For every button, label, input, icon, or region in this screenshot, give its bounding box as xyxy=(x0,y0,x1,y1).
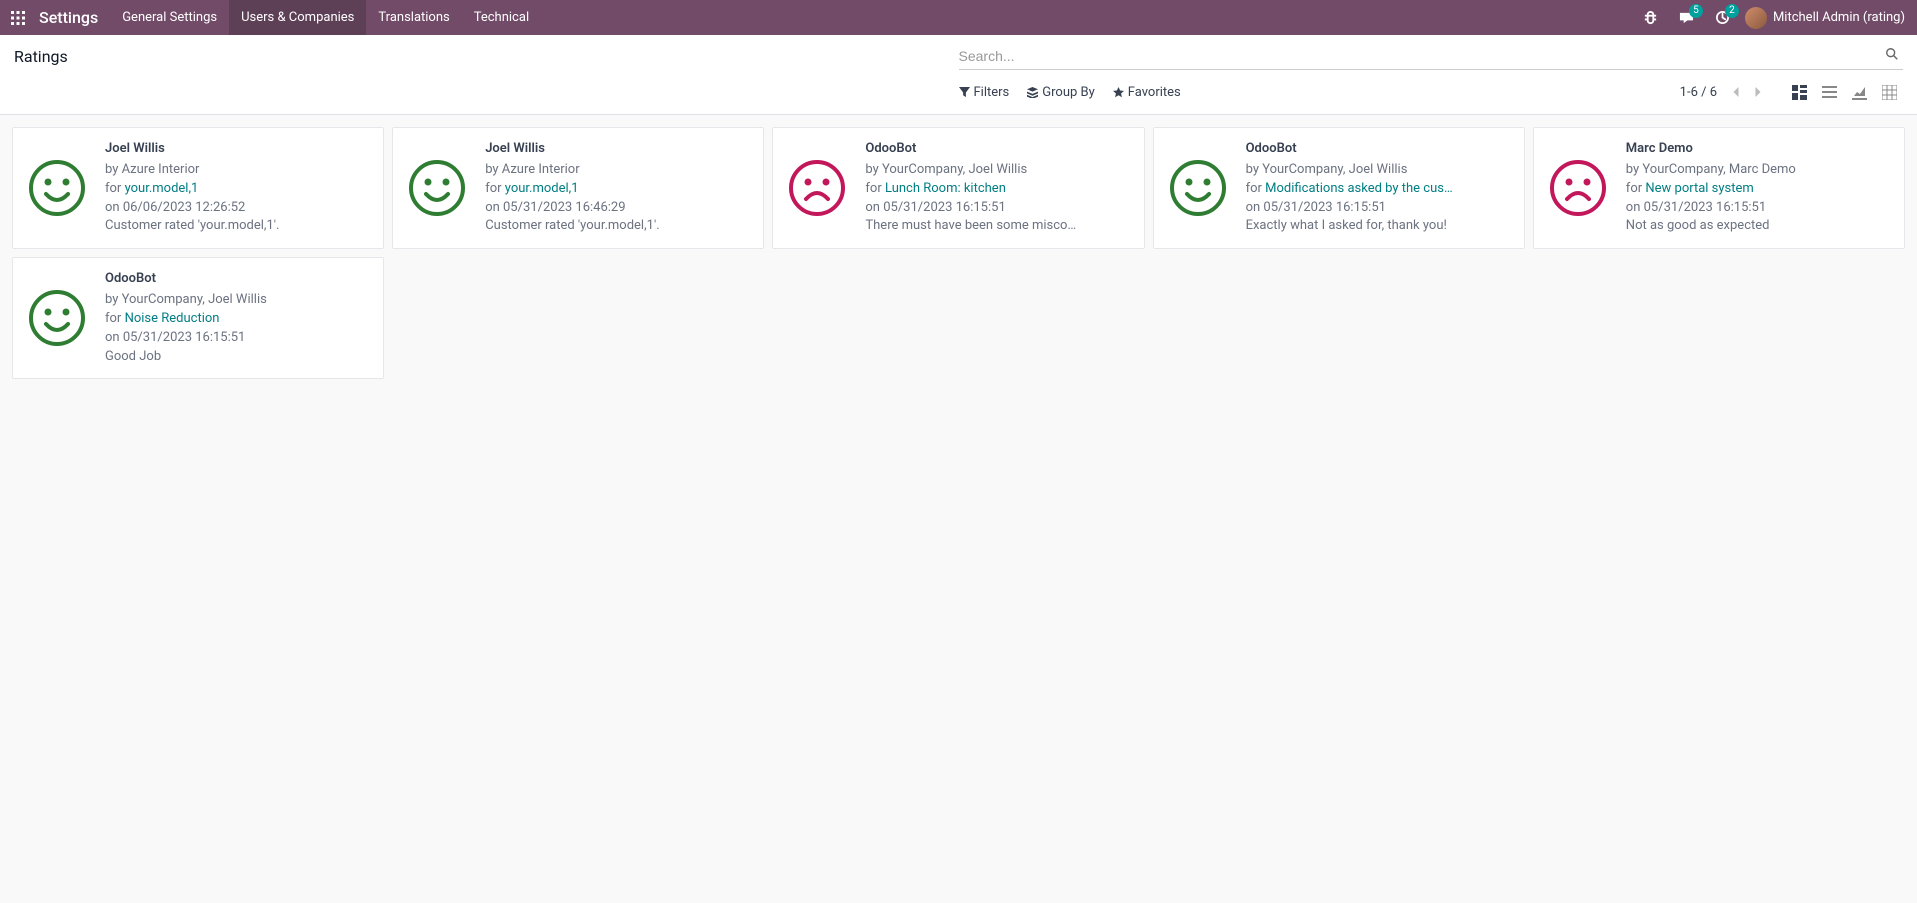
rating-title: Joel Willis xyxy=(485,140,751,159)
rating-for-link[interactable]: New portal system xyxy=(1645,181,1753,196)
rating-feedback: Good Job xyxy=(105,348,371,367)
user-name: Mitchell Admin (rating) xyxy=(1773,10,1905,25)
nav-item[interactable]: Technical xyxy=(462,0,541,35)
rating-card[interactable]: Marc Demo by YourCompany, Marc Demofor Ne… xyxy=(1533,127,1905,249)
filters-label: Filters xyxy=(974,85,1010,100)
user-avatar-icon xyxy=(1745,7,1767,29)
rating-by: by Azure Interior xyxy=(485,161,751,180)
rating-card[interactable]: OdooBot by YourCompany, Joel Willisfor Mo… xyxy=(1153,127,1525,249)
rating-on: on 05/31/2023 16:15:51 xyxy=(1626,199,1892,218)
rating-for: for Lunch Room: kitchen xyxy=(865,180,1131,199)
rating-by: by Azure Interior xyxy=(105,161,371,180)
pager-next[interactable] xyxy=(1747,81,1769,103)
happy-face-icon xyxy=(25,140,89,236)
rating-feedback: Exactly what I asked for, thank you! xyxy=(1246,217,1512,236)
rating-feedback: There must have been some misco… xyxy=(865,217,1131,236)
nav-items: General SettingsUsers & CompaniesTransla… xyxy=(110,0,541,35)
filters-button[interactable]: Filters xyxy=(959,85,1010,100)
rating-by: by YourCompany, Joel Willis xyxy=(865,161,1131,180)
kanban-grid: Joel Willisby Azure Interiorfor your.mod… xyxy=(0,115,1917,391)
rating-for-link[interactable]: Lunch Room: kitchen xyxy=(885,181,1006,196)
view-kanban[interactable] xyxy=(1785,80,1813,104)
pager-prev[interactable] xyxy=(1725,81,1747,103)
view-graph[interactable] xyxy=(1845,80,1873,104)
rating-title: OdooBot xyxy=(865,140,1131,159)
rating-card[interactable]: OdooBot by YourCompany, Joel Willisfor Lu… xyxy=(772,127,1144,249)
rating-by: by YourCompany, Joel Willis xyxy=(1246,161,1512,180)
rating-by: by YourCompany, Marc Demo xyxy=(1626,161,1892,180)
favorites-label: Favorites xyxy=(1128,85,1181,100)
rating-for-link[interactable]: Noise Reduction xyxy=(125,311,220,326)
happy-face-icon xyxy=(25,270,89,366)
rating-on: on 05/31/2023 16:46:29 xyxy=(485,199,751,218)
rating-for-link[interactable]: Modifications asked by the cus… xyxy=(1265,181,1452,196)
rating-card[interactable]: Joel Willis by Azure Interiorfor your.mod… xyxy=(392,127,764,249)
pager: 1-6 / 6 xyxy=(1680,81,1769,103)
search-options: Filters Group By Favorites xyxy=(959,85,1181,100)
rating-for: for New portal system xyxy=(1626,180,1892,199)
view-pivot[interactable] xyxy=(1875,80,1903,104)
user-menu[interactable]: Mitchell Admin (rating) xyxy=(1741,7,1911,29)
rating-feedback: Customer rated 'your.model,1'. xyxy=(485,217,751,236)
rating-on: on 05/31/2023 16:15:51 xyxy=(865,199,1131,218)
favorites-button[interactable]: Favorites xyxy=(1113,85,1181,100)
rating-card[interactable]: Joel Willis by Azure Interiorfor your.mod… xyxy=(12,127,384,249)
rating-title: Joel Willis xyxy=(105,140,371,159)
rating-for: for Modifications asked by the cus… xyxy=(1246,180,1512,199)
messaging-icon[interactable]: 5 xyxy=(1673,0,1701,35)
rating-for: for Noise Reduction xyxy=(105,310,371,329)
rating-on: on 05/31/2023 16:15:51 xyxy=(1246,199,1512,218)
rating-feedback: Not as good as expected xyxy=(1626,217,1892,236)
top-nav-right: 5 2 Mitchell Admin (rating) xyxy=(1633,0,1917,35)
rating-on: on 06/06/2023 12:26:52 xyxy=(105,199,371,218)
rating-title: Marc Demo xyxy=(1626,140,1892,159)
top-nav: Settings General SettingsUsers & Compani… xyxy=(0,0,1917,35)
breadcrumb: Ratings xyxy=(14,47,68,66)
rating-feedback: Customer rated 'your.model,1'. xyxy=(105,217,371,236)
nav-item[interactable]: Translations xyxy=(366,0,461,35)
happy-face-icon xyxy=(1166,140,1230,236)
sad-face-icon xyxy=(1546,140,1610,236)
rating-title: OdooBot xyxy=(1246,140,1512,159)
happy-face-icon xyxy=(405,140,469,236)
control-panel: Ratings Filters Group By Favorites xyxy=(0,35,1917,115)
rating-on: on 05/31/2023 16:15:51 xyxy=(105,329,371,348)
rating-for: for your.model,1 xyxy=(485,180,751,199)
nav-item[interactable]: Users & Companies xyxy=(229,0,366,35)
view-switcher xyxy=(1785,80,1903,104)
search-icon[interactable] xyxy=(1881,43,1903,69)
activities-icon[interactable]: 2 xyxy=(1709,0,1737,35)
debug-icon[interactable] xyxy=(1637,0,1665,35)
groupby-label: Group By xyxy=(1042,85,1095,100)
sad-face-icon xyxy=(785,140,849,236)
rating-by: by YourCompany, Joel Willis xyxy=(105,291,371,310)
rating-for: for your.model,1 xyxy=(105,180,371,199)
activities-badge: 2 xyxy=(1725,4,1739,18)
rating-card[interactable]: OdooBot by YourCompany, Joel Willisfor No… xyxy=(12,257,384,379)
app-title[interactable]: Settings xyxy=(39,8,98,27)
apps-launcher[interactable] xyxy=(0,0,35,35)
view-list[interactable] xyxy=(1815,80,1843,104)
rating-for-link[interactable]: your.model,1 xyxy=(125,181,199,196)
messaging-badge: 5 xyxy=(1689,4,1703,18)
groupby-button[interactable]: Group By xyxy=(1027,85,1095,100)
pager-text: 1-6 / 6 xyxy=(1680,85,1717,100)
rating-for-link[interactable]: your.model,1 xyxy=(505,181,579,196)
search-input[interactable] xyxy=(959,44,1882,68)
rating-title: OdooBot xyxy=(105,270,371,289)
nav-item[interactable]: General Settings xyxy=(110,0,229,35)
top-nav-left: Settings General SettingsUsers & Compani… xyxy=(0,0,541,35)
search-wrap xyxy=(959,43,1904,70)
